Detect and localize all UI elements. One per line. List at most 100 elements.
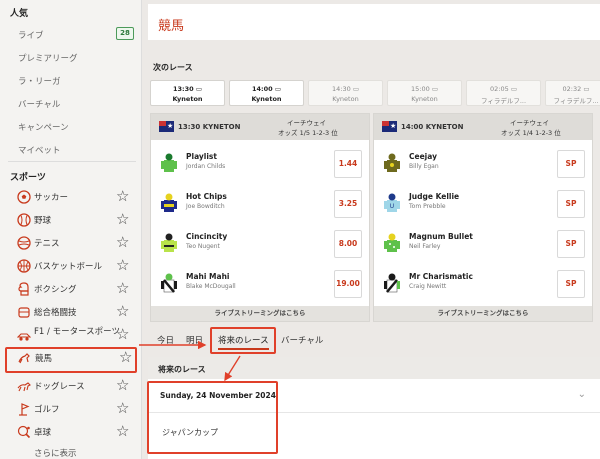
jockey-name: Jordan Childs	[186, 163, 226, 170]
sidebar-item-campaign[interactable]: キャンペーン	[18, 121, 69, 133]
runner-name: Mahi Mahi	[186, 272, 230, 281]
jockey-silk-icon	[161, 153, 177, 172]
baseball-icon	[17, 213, 31, 227]
sidebar-item-golf[interactable]: ゴルフ ☆	[0, 398, 142, 420]
live-stream-link[interactable]: ライブストリーミングはこちら	[151, 306, 369, 321]
sidebar-item-la-liga[interactable]: ラ・リーガ	[18, 75, 61, 87]
favorite-star-icon[interactable]: ☆	[116, 279, 129, 297]
odds-button[interactable]: SP	[557, 270, 585, 298]
sidebar-item-my-bets[interactable]: マイベット	[18, 144, 61, 156]
monitor-icon: ▭	[274, 85, 282, 93]
favorite-star-icon[interactable]: ☆	[116, 399, 129, 417]
odds-button[interactable]: 8.00	[334, 230, 362, 258]
each-way-terms: オッズ 1/4 1-2-3 位	[501, 129, 561, 137]
each-way-label: イーチウェイ	[510, 119, 549, 127]
tab-virtual[interactable]: バーチャル	[281, 334, 323, 346]
odds-button[interactable]: SP	[557, 230, 585, 258]
next-races-heading: 次のレース	[153, 63, 193, 72]
jockey-name: Tom Prebble	[409, 203, 446, 210]
svg-text:U: U	[390, 203, 394, 210]
race-tab[interactable]: 13:30 ▭ Kyneton	[150, 80, 225, 106]
live-stream-link[interactable]: ライブストリーミングはこちら	[374, 306, 592, 321]
runner-name: Hot Chips	[186, 192, 227, 201]
odds-button[interactable]: 3.25	[334, 190, 362, 218]
sidebar-item-horse-racing[interactable]: 競馬 ☆	[5, 347, 137, 373]
sport-label: バスケットボール	[34, 262, 103, 272]
each-way-terms: オッズ 1/5 1-2-3 位	[278, 129, 338, 137]
sidebar-item-live[interactable]: ライブ	[18, 29, 44, 41]
runner-row: Magnum Bullet Neil Farley SP	[374, 227, 592, 267]
sidebar-item-table-tennis[interactable]: 卓球 ☆	[0, 421, 142, 443]
sport-label: サッカー	[34, 193, 69, 203]
page-title: 競馬	[158, 19, 185, 34]
race-card-title: 13:30 KYNETON	[178, 123, 241, 131]
runner-name: Ceejay	[409, 152, 437, 161]
sidebar-item-premier-league[interactable]: プレミアリーグ	[18, 52, 78, 64]
sidebar-item-mma[interactable]: 総合格闘技 ☆	[0, 301, 142, 323]
sidebar-item-soccer[interactable]: サッカー ☆	[0, 186, 142, 208]
monitor-icon: ▭	[431, 85, 438, 93]
jockey-silk-icon	[161, 193, 177, 212]
race-tab-time: 02:05 ▭	[490, 85, 517, 93]
race-tab[interactable]: 02:32 ▭ フィラデルフ...	[545, 80, 600, 106]
runner-row: Playlist Jordan Childs 1.44	[151, 147, 369, 187]
greyhound-icon	[17, 382, 31, 392]
sidebar-item-boxing[interactable]: ボクシング ☆	[0, 278, 142, 300]
monitor-icon: ▭	[195, 85, 203, 93]
boxing-icon	[18, 282, 29, 296]
sidebar-item-f1[interactable]: F1 / モータースポーツ ☆	[0, 324, 142, 346]
tab-today[interactable]: 今日	[157, 334, 174, 346]
sport-label: テニス	[34, 239, 60, 249]
sidebar-item-greyhound[interactable]: ドッグレース ☆	[0, 375, 142, 397]
favorite-star-icon[interactable]: ☆	[116, 325, 129, 343]
race-tab[interactable]: 14:00 ▭ Kyneton	[229, 80, 304, 106]
race-tab-track: フィラデルフ...	[553, 97, 599, 105]
runner-name: Mr Charismatic	[409, 272, 473, 281]
favorite-star-icon[interactable]: ☆	[116, 256, 129, 274]
sidebar-divider	[8, 161, 136, 162]
australia-flag-icon	[159, 121, 174, 132]
sidebar: 人気 ライブ 28 プレミアリーグ ラ・リーガ バーチャル キャンペーン マイベ…	[0, 0, 142, 459]
basketball-icon	[17, 259, 31, 273]
runner-row: Ceejay Billy Egan SP	[374, 147, 592, 187]
favorite-star-icon[interactable]: ☆	[116, 233, 129, 251]
favorite-star-icon[interactable]: ☆	[116, 422, 129, 440]
favorite-star-icon[interactable]: ☆	[116, 302, 129, 320]
sidebar-item-tennis[interactable]: テニス ☆	[0, 232, 142, 254]
jockey-silk-icon	[161, 233, 177, 252]
tab-tomorrow[interactable]: 明日	[186, 334, 203, 346]
jockey-name: Craig Newitt	[409, 283, 447, 290]
sidebar-item-baseball[interactable]: 野球 ☆	[0, 209, 142, 231]
odds-button[interactable]: SP	[557, 150, 585, 178]
favorite-star-icon[interactable]: ☆	[116, 187, 129, 205]
odds-button[interactable]: 19.00	[334, 270, 362, 298]
f1-icon	[17, 333, 31, 341]
sport-label: ボクシング	[34, 285, 77, 295]
race-card-header: 14:00 KYNETON イーチウェイ オッズ 1/4 1-2-3 位	[374, 114, 592, 140]
odds-button[interactable]: 1.44	[334, 150, 362, 178]
favorite-star-icon[interactable]: ☆	[116, 210, 129, 228]
race-tab-track: Kyneton	[332, 95, 359, 103]
jockey-name: Teo Nugent	[186, 243, 220, 250]
sidebar-item-virtual[interactable]: バーチャル	[18, 98, 60, 110]
race-tab[interactable]: 15:00 ▭ Kyneton	[387, 80, 462, 106]
race-tab[interactable]: 02:05 ▭ フィラデルフ...	[466, 80, 541, 106]
race-tab-time: 14:00 ▭	[251, 85, 282, 93]
runner-name: Playlist	[186, 152, 217, 161]
show-more-link[interactable]: さらに表示	[34, 447, 77, 459]
favorite-star-icon[interactable]: ☆	[119, 348, 132, 366]
sports-heading: スポーツ	[10, 173, 46, 183]
sidebar-item-basketball[interactable]: バスケットボール ☆	[0, 255, 142, 277]
favorite-star-icon[interactable]: ☆	[116, 376, 129, 394]
odds-button[interactable]: SP	[557, 190, 585, 218]
jockey-name: Neil Farley	[409, 243, 441, 250]
race-tab-time: 13:30 ▭	[172, 85, 203, 93]
jockey-silk-icon	[384, 273, 400, 293]
race-card-title: 14:00 KYNETON	[401, 123, 464, 131]
race-tab-time: 15:00 ▭	[411, 85, 438, 93]
sport-label: 卓球	[34, 428, 52, 438]
australia-flag-icon	[382, 121, 397, 132]
race-tab[interactable]: 14:30 ▭ Kyneton	[308, 80, 383, 106]
race-tab-track: Kyneton	[172, 95, 203, 103]
future-races-header: 将来のレース	[148, 357, 600, 379]
